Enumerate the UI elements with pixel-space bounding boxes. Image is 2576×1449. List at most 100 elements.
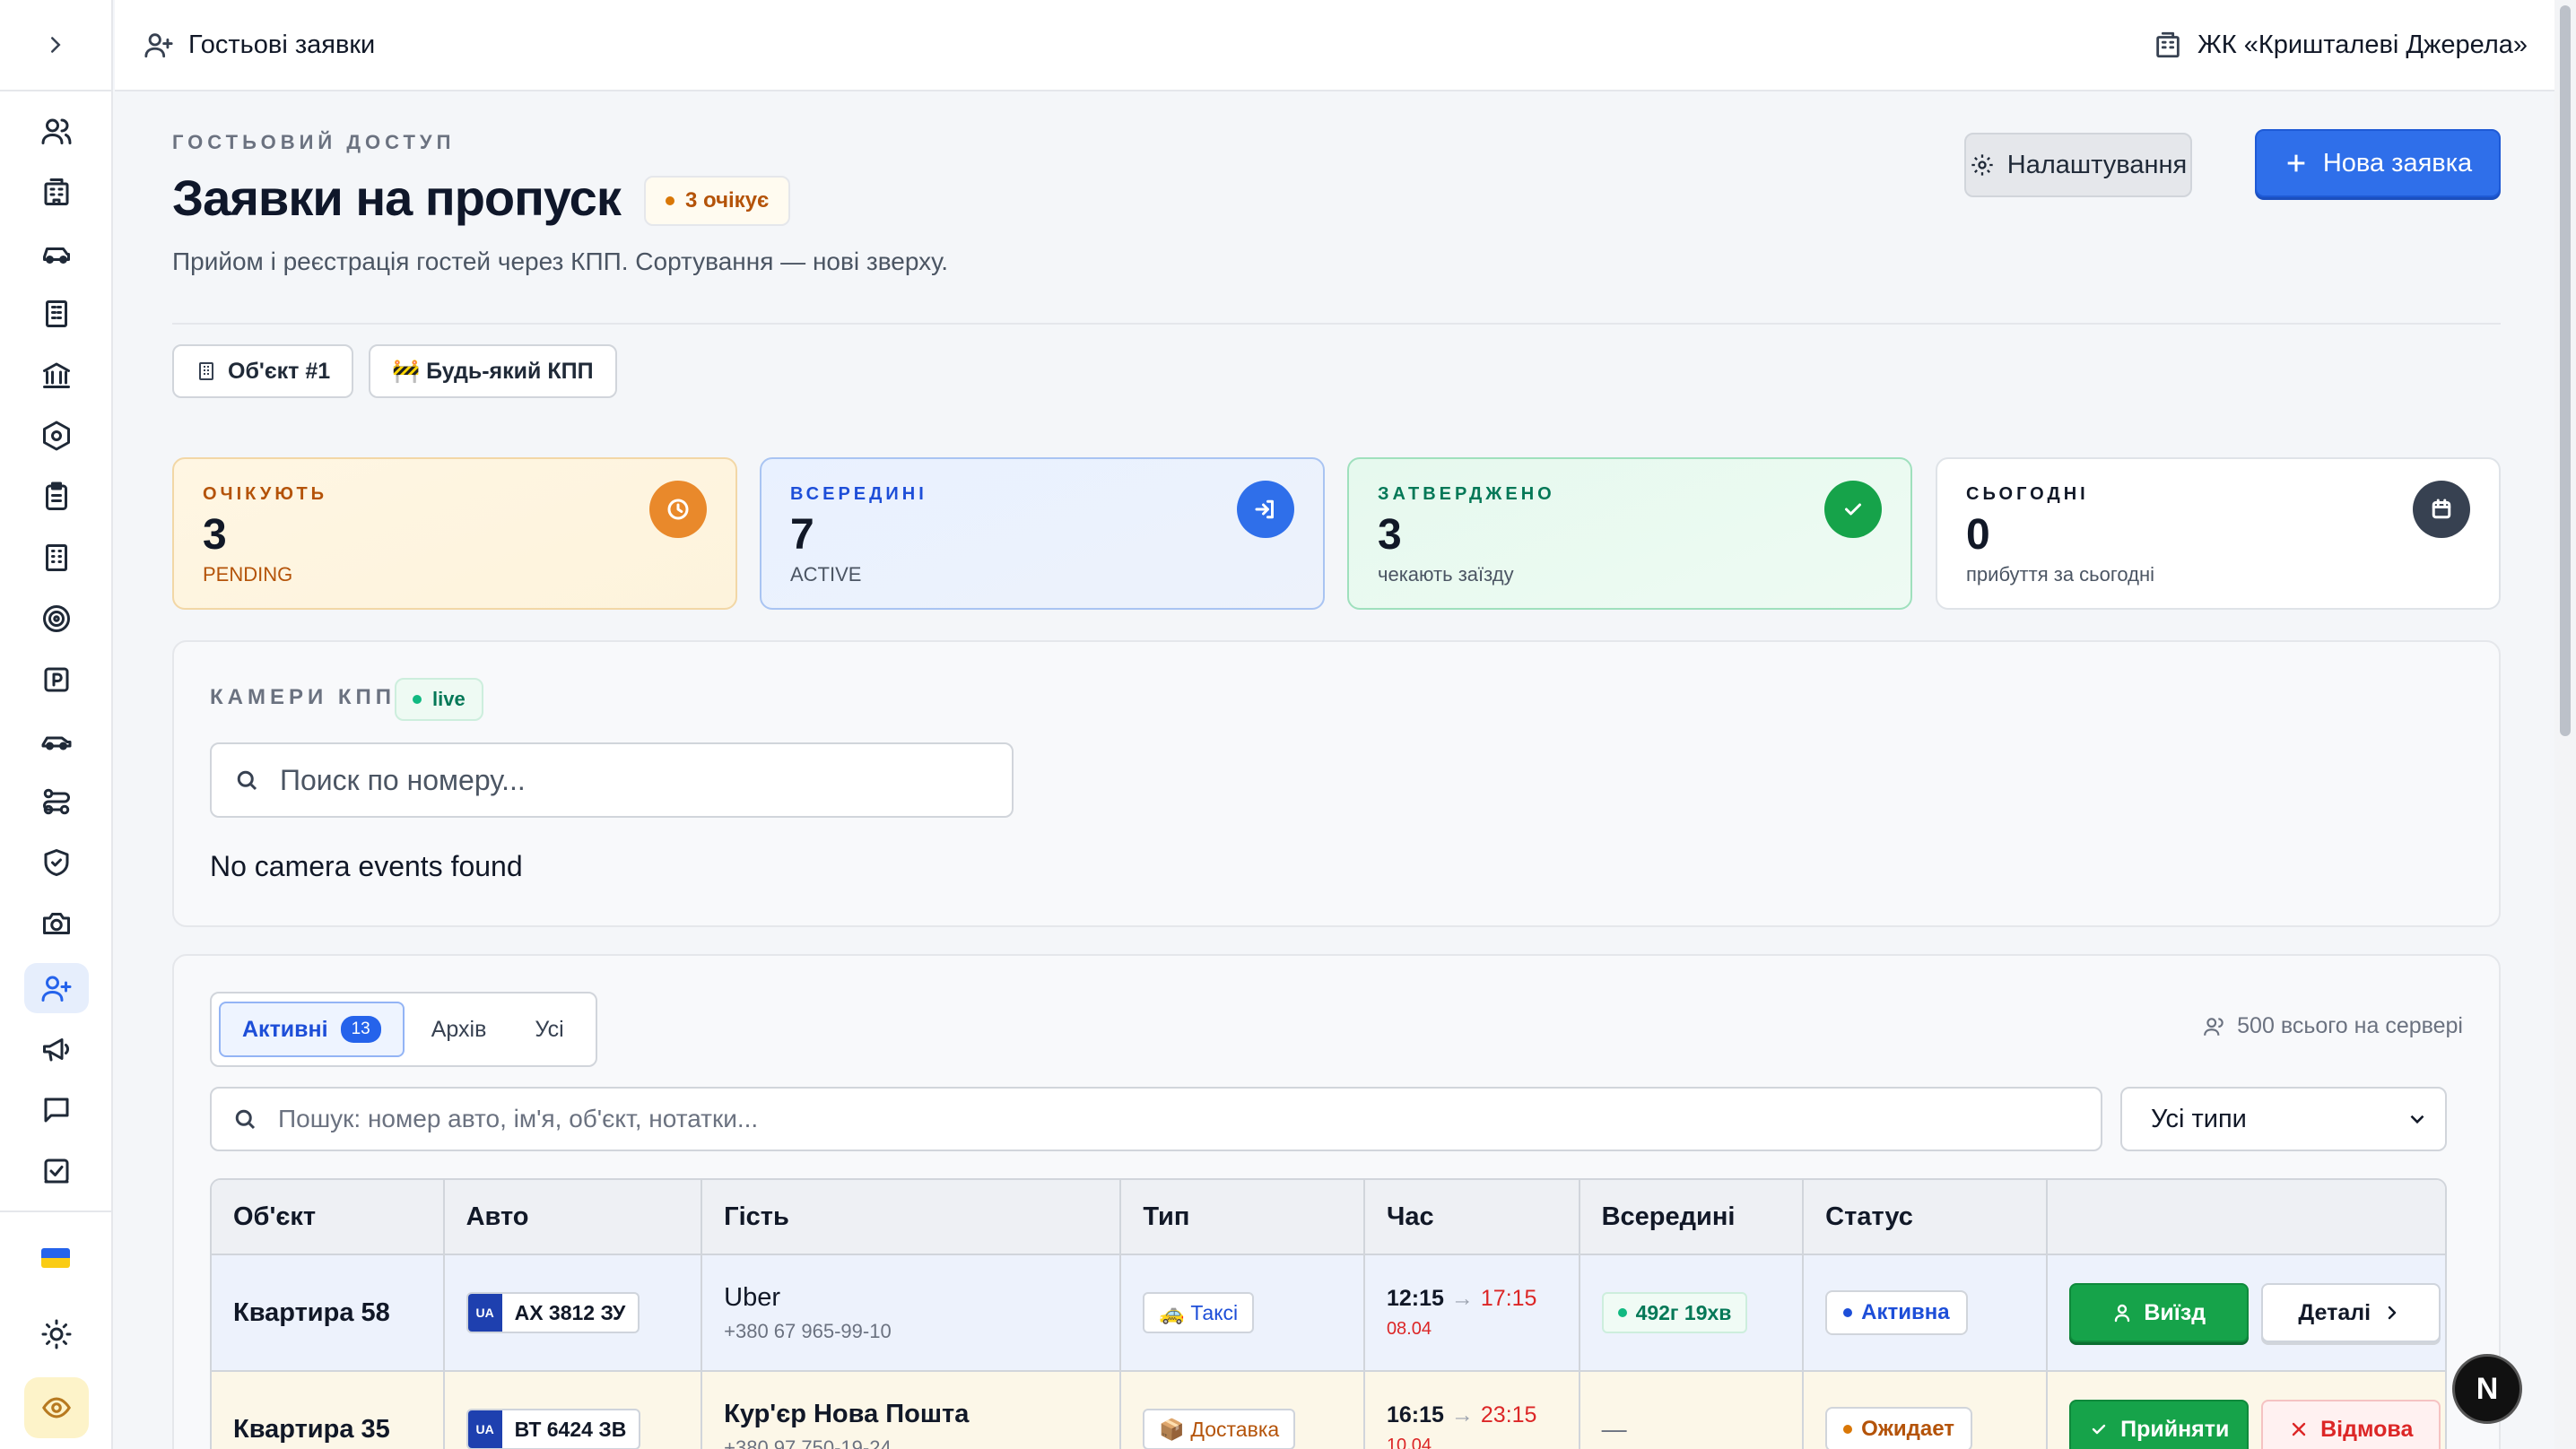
- requests-search-placeholder: Пошук: номер авто, ім'я, об'єкт, нотатки…: [278, 1105, 759, 1132]
- sidebar-item-office[interactable]: [24, 533, 89, 583]
- column-header-time[interactable]: Час: [1364, 1180, 1580, 1255]
- plate-number: ВТ 6424 ЗВ: [514, 1417, 627, 1441]
- theme-toggle[interactable]: [24, 1309, 89, 1359]
- car-icon: [43, 247, 70, 264]
- app-root: Гостьові заявки ЖК «Кришталеві Джерела» …: [0, 0, 2576, 1449]
- sidebar-item-bank[interactable]: [24, 350, 89, 400]
- header-divider: [172, 323, 2501, 325]
- inside-dot-icon: [1617, 1308, 1627, 1317]
- stat-value: 3: [203, 511, 227, 559]
- scrollbar-thumb[interactable]: [2560, 5, 2571, 736]
- main-content: ГОСТЬОВИЙ ДОСТУП Заявки на пропуск 3 очі…: [115, 91, 2554, 1449]
- sidebar-item-parking[interactable]: [24, 655, 89, 705]
- sidebar-item-residents[interactable]: [24, 106, 89, 156]
- sidebar-item-vehicles[interactable]: [24, 228, 89, 278]
- column-header-inside[interactable]: Всередині: [1580, 1180, 1805, 1255]
- shield-check-icon: [44, 849, 69, 876]
- sidebar-item-services[interactable]: [24, 411, 89, 461]
- visibility-toggle[interactable]: [24, 1377, 89, 1438]
- topbar: Гостьові заявки ЖК «Кришталеві Джерела»: [115, 0, 2554, 91]
- eye-icon: [42, 1397, 71, 1419]
- sidebar-item-cameras[interactable]: [24, 898, 89, 949]
- exit-button[interactable]: Виїзд: [2068, 1283, 2249, 1342]
- stat-card-approved: ЗАТВЕРДЖЕНО 3 чекають заїзду: [1347, 457, 1912, 610]
- column-header-status[interactable]: Статус: [1804, 1180, 2048, 1255]
- log-in-icon: [1237, 481, 1294, 538]
- column-header-car[interactable]: Авто: [444, 1180, 703, 1255]
- sidebar-item-tasks[interactable]: [24, 472, 89, 522]
- object-filter-chip[interactable]: Об'єкт #1: [172, 344, 354, 398]
- pending-badge: 3 очікує: [644, 176, 791, 226]
- pending-dot-icon: [666, 196, 674, 205]
- sidebar-item-routes[interactable]: [24, 777, 89, 827]
- details-button[interactable]: Деталі: [2260, 1283, 2441, 1342]
- requests-tabs: Активні 13 Архів Усі: [210, 992, 597, 1067]
- office-icon: [46, 544, 67, 571]
- chevron-right-icon: [2388, 1306, 2397, 1320]
- guest-phone: +380 97 750-19-24: [724, 1436, 892, 1449]
- guest-name: Кур'єр Нова Пошта: [724, 1399, 970, 1428]
- time-start: 16:15: [1386, 1402, 1444, 1427]
- sidebar-item-guest-requests[interactable]: [24, 963, 89, 1013]
- type-filter-select[interactable]: Усі типи: [2120, 1087, 2447, 1151]
- sidebar-item-buildings[interactable]: [24, 167, 89, 217]
- total-count: 500 всього на сервері: [2203, 1013, 2463, 1039]
- plus-icon: [2287, 154, 2305, 172]
- sidebar-item-apartments[interactable]: [24, 289, 89, 339]
- sidebar-divider: [0, 1210, 113, 1212]
- requests-search-input[interactable]: Пошук: номер авто, ім'я, об'єкт, нотатки…: [210, 1087, 2102, 1151]
- stat-label: ВСЕРЕДИНІ: [790, 484, 927, 504]
- time-end: 17:15: [1480, 1286, 1537, 1311]
- column-header-type[interactable]: Тип: [1121, 1180, 1365, 1255]
- inside-duration: —: [1601, 1415, 1627, 1443]
- sidebar-item-reports[interactable]: [24, 1146, 89, 1196]
- tab-active-count: 13: [340, 1016, 381, 1043]
- calendar-icon: [2413, 481, 2470, 538]
- table-row[interactable]: Квартира 58 UA АХ 3812 ЗУ Uber +380 67 9…: [212, 1255, 2445, 1372]
- status-label: Активна: [1861, 1300, 1950, 1324]
- live-dot-icon: [413, 695, 422, 704]
- complex-selector[interactable]: ЖК «Кришталеві Джерела»: [2153, 30, 2528, 60]
- table-row[interactable]: Квартира 35 UA ВТ 6424 ЗВ Кур'єр Нова По…: [212, 1372, 2445, 1449]
- language-flag-ua[interactable]: [41, 1248, 70, 1268]
- column-header-object[interactable]: Об'єкт: [212, 1180, 445, 1255]
- stat-sub: прибуття за сьогодні: [1966, 563, 2155, 586]
- page-subtitle: Прийом і реєстрація гостей через КПП. Со…: [172, 247, 949, 275]
- settings-button[interactable]: Налаштування: [1964, 133, 2192, 197]
- sidebar-item-target[interactable]: [24, 594, 89, 644]
- sidebar-item-announcements[interactable]: [24, 1024, 89, 1074]
- tab-archive-label: Архів: [431, 1016, 487, 1042]
- page-title: Заявки на пропуск: [172, 169, 622, 226]
- table-header-row: Об'єкт Авто Гість Тип Час Всередині Стат…: [212, 1180, 2445, 1255]
- camera-icon: [43, 913, 70, 934]
- tab-all[interactable]: Усі: [513, 1002, 585, 1057]
- time-date: 10.04: [1386, 1436, 1432, 1449]
- accept-button-label: Прийняти: [2120, 1416, 2230, 1442]
- bank-icon: [43, 362, 70, 388]
- column-header-guest[interactable]: Гість: [702, 1180, 1122, 1255]
- sidebar-expand-button[interactable]: [0, 0, 111, 91]
- reject-button[interactable]: Відмова: [2260, 1400, 2441, 1449]
- new-request-button[interactable]: Нова заявка: [2255, 129, 2501, 197]
- sidebar-item-security[interactable]: [24, 837, 89, 888]
- camera-panel: КАМЕРИ КПП live Поиск по номеру... No ca…: [172, 640, 2501, 927]
- stat-label: СЬОГОДНІ: [1966, 484, 2089, 504]
- status-badge: Активна: [1825, 1290, 1968, 1335]
- tab-active[interactable]: Активні 13: [219, 1002, 405, 1057]
- camera-search-input[interactable]: Поиск по номеру...: [210, 742, 1014, 818]
- car-side-icon: [41, 736, 72, 751]
- accept-button[interactable]: Прийняти: [2068, 1400, 2249, 1449]
- total-count-label: 500 всього на сервері: [2237, 1013, 2463, 1038]
- time-date: 08.04: [1386, 1319, 1432, 1339]
- sidebar-item-messages[interactable]: [24, 1085, 89, 1135]
- sun-icon: [41, 1319, 72, 1349]
- tab-archive[interactable]: Архів: [410, 1002, 509, 1057]
- parking-icon: [44, 667, 69, 692]
- checkpoint-filter-chip[interactable]: 🚧 Будь-який КПП: [369, 344, 617, 398]
- details-button-label: Деталі: [2298, 1299, 2371, 1325]
- requests-table: Об'єкт Авто Гість Тип Час Всередині Стат…: [210, 1178, 2447, 1449]
- nextjs-devtools-button[interactable]: N: [2452, 1354, 2522, 1424]
- live-label: live: [432, 688, 466, 710]
- inside-duration: 492г 19хв: [1635, 1300, 1732, 1324]
- sidebar-item-cars[interactable]: [24, 716, 89, 766]
